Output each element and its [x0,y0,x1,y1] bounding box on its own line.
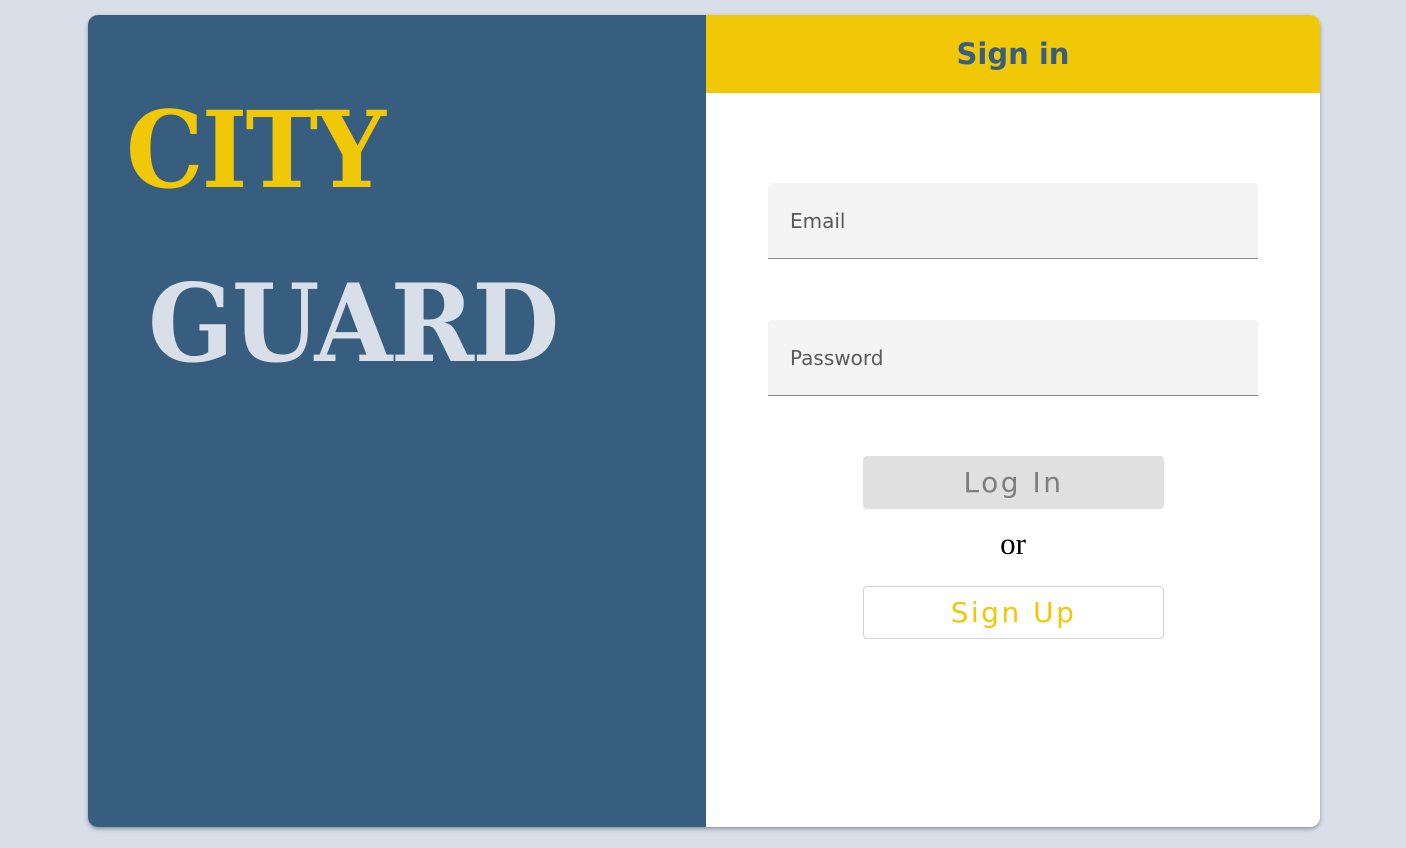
brand-word-guard: GUARD [148,261,559,387]
sign-in-header: Sign in [706,15,1320,93]
sign-in-title: Sign in [956,37,1070,71]
sign-up-button[interactable]: Sign Up [863,586,1164,639]
email-field[interactable] [768,183,1258,259]
sign-in-panel: Sign in Log In or Sign Up [706,15,1320,827]
brand-panel: CITY GUARD [88,15,706,827]
password-field[interactable] [768,320,1258,396]
login-card: CITY GUARD Sign in Log In or Sign Up [88,15,1320,827]
brand-word-city: CITY [126,87,386,212]
log-in-button[interactable]: Log In [863,456,1164,509]
or-divider-text: or [1000,526,1026,561]
